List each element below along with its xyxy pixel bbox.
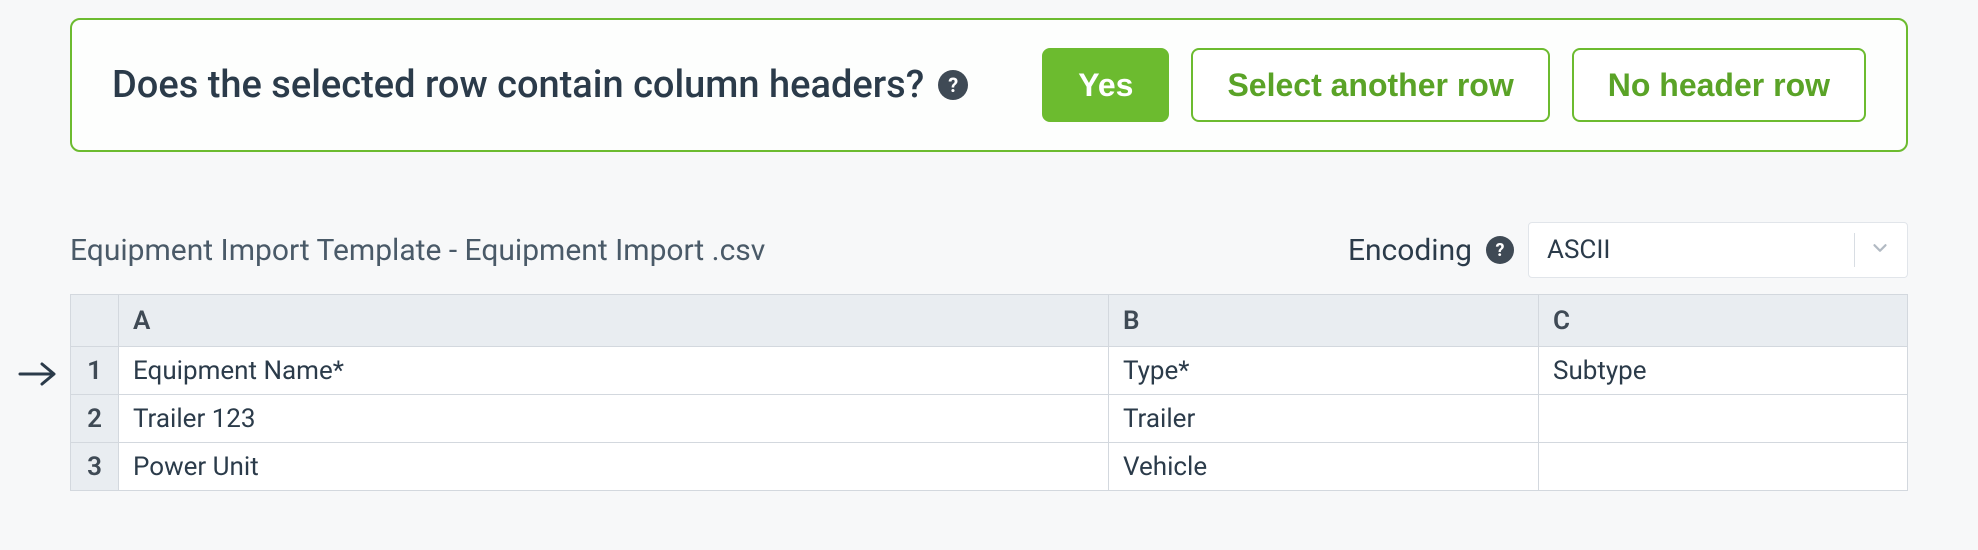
no-header-row-button[interactable]: No header row [1572, 48, 1866, 122]
row-number: 1 [71, 347, 119, 395]
file-name: Equipment Import Template - Equipment Im… [70, 233, 765, 268]
help-icon[interactable]: ? [938, 70, 968, 100]
table-row[interactable]: 3 Power Unit Vehicle [71, 443, 1908, 491]
encoding-value: ASCII [1547, 235, 1610, 265]
table-row[interactable]: 2 Trailer 123 Trailer [71, 395, 1908, 443]
cell: Vehicle [1109, 443, 1539, 491]
prompt-actions: Yes Select another row No header row [1042, 48, 1866, 122]
table-row[interactable]: 1 Equipment Name* Type* Subtype [71, 347, 1908, 395]
column-header[interactable]: C [1539, 295, 1908, 347]
cell: Power Unit [119, 443, 1109, 491]
chevron-down-icon [1869, 237, 1891, 263]
encoding-select[interactable]: ASCII [1528, 222, 1908, 278]
row-pointer-icon [18, 359, 60, 393]
prompt-question: Does the selected row contain column hea… [112, 63, 924, 107]
cell [1539, 443, 1908, 491]
encoding-group: Encoding ? ASCII [1348, 222, 1908, 278]
corner-cell [71, 295, 119, 347]
cell: Equipment Name* [119, 347, 1109, 395]
row-number: 3 [71, 443, 119, 491]
help-icon[interactable]: ? [1486, 236, 1514, 264]
column-header[interactable]: A [119, 295, 1109, 347]
file-row: Equipment Import Template - Equipment Im… [70, 222, 1908, 278]
cell [1539, 395, 1908, 443]
select-divider [1854, 233, 1855, 267]
select-another-row-button[interactable]: Select another row [1191, 48, 1549, 122]
data-preview-table: A B C 1 Equipment Name* Type* Subtype 2 … [70, 294, 1908, 491]
cell: Trailer [1109, 395, 1539, 443]
cell: Type* [1109, 347, 1539, 395]
table-area: A B C 1 Equipment Name* Type* Subtype 2 … [70, 294, 1908, 491]
prompt-left: Does the selected row contain column hea… [112, 63, 968, 107]
yes-button[interactable]: Yes [1042, 48, 1169, 122]
cell: Subtype [1539, 347, 1908, 395]
cell: Trailer 123 [119, 395, 1109, 443]
row-number: 2 [71, 395, 119, 443]
header-row-prompt: Does the selected row contain column hea… [70, 18, 1908, 152]
encoding-label: Encoding [1348, 233, 1472, 268]
column-header-row: A B C [71, 295, 1908, 347]
column-header[interactable]: B [1109, 295, 1539, 347]
